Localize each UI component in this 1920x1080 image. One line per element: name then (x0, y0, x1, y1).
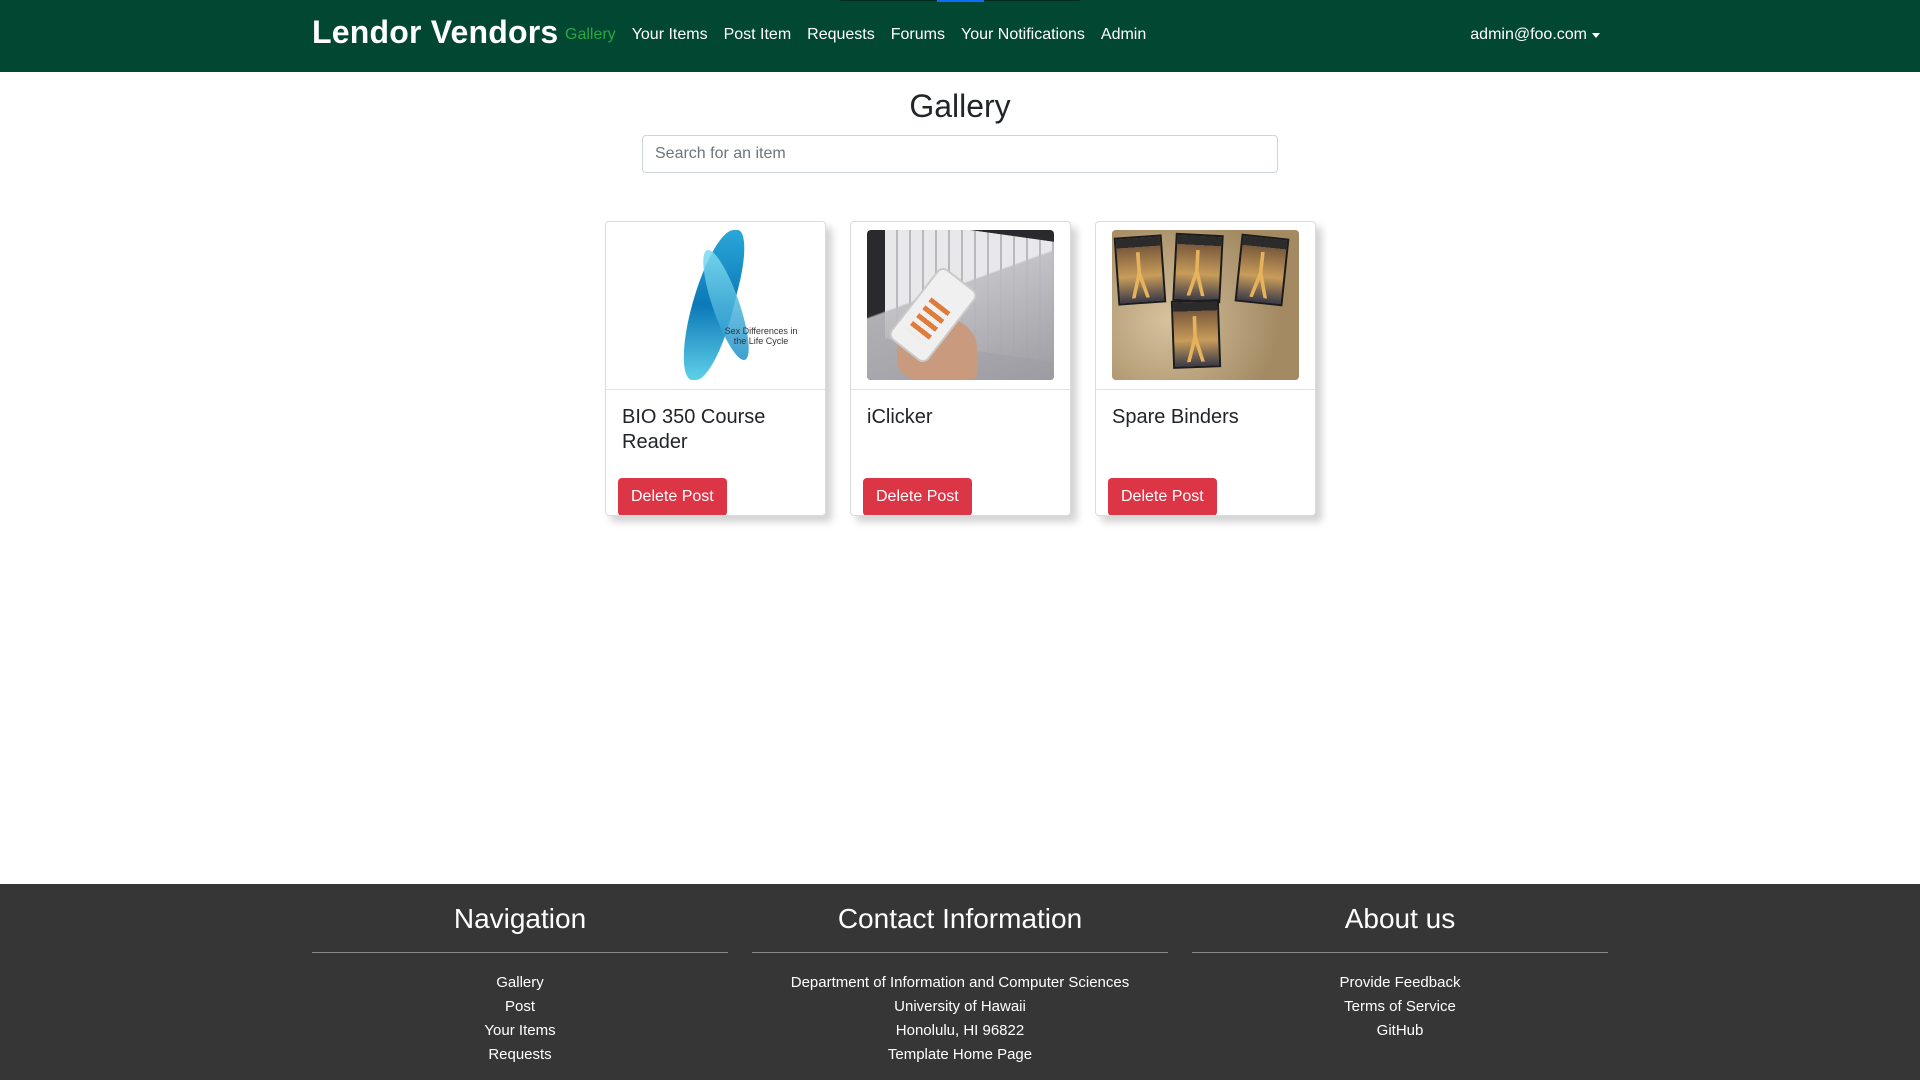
book-cover-image: Sex Differences in the Life Cycle (622, 230, 809, 380)
card-title: BIO 350 Course Reader (622, 406, 766, 453)
delete-post-button[interactable]: Delete Post (618, 478, 727, 515)
nav-link-your-notifications[interactable]: Your Notifications (961, 26, 1085, 44)
footer-about: About us Provide Feedback Terms of Servi… (1192, 884, 1608, 1043)
gallery-grid: Sex Differences in the Life Cycle BIO 35… (605, 221, 1316, 516)
nav-link-requests[interactable]: Requests (807, 26, 875, 44)
divider (752, 952, 1168, 953)
contact-address: Honolulu, HI 96822 (895, 1022, 1025, 1039)
binder-graphic (1234, 233, 1290, 307)
footer-contact: Contact Information Department of Inform… (752, 884, 1168, 1067)
page-footer: Navigation Gallery Post Your Items Reque… (0, 884, 1920, 1080)
divider (1192, 952, 1608, 953)
nav-links: Gallery Your Items Post Item Requests Fo… (565, 26, 1162, 44)
divider (312, 952, 728, 953)
contact-university: University of Hawaii (894, 998, 1026, 1015)
nav-link-your-items[interactable]: Your Items (632, 26, 708, 44)
delete-post-button[interactable]: Delete Post (1108, 478, 1217, 515)
binder-graphic (1113, 234, 1167, 306)
card-image-area (1096, 222, 1315, 390)
footer-link-feedback[interactable]: Provide Feedback (1192, 971, 1608, 995)
footer-heading: Contact Information (837, 903, 1083, 934)
delete-post-button[interactable]: Delete Post (863, 478, 972, 515)
cover-title: Sex Differences in the Life Cycle (724, 326, 798, 346)
card-image-area (851, 222, 1070, 390)
user-email: admin@foo.com (1470, 26, 1587, 43)
binder-graphic (1172, 232, 1224, 304)
nav-link-admin[interactable]: Admin (1101, 26, 1146, 44)
page-title: Gallery (909, 88, 1011, 124)
footer-link-requests[interactable]: Requests (312, 1043, 728, 1067)
card-title: iClicker (867, 406, 933, 428)
card-image-area: Sex Differences in the Life Cycle (606, 222, 825, 390)
nav-link-post-item[interactable]: Post Item (724, 26, 792, 44)
navbar-accent-marker (937, 0, 984, 2)
contact-department: Department of Information and Computer S… (790, 974, 1130, 991)
footer-navigation: Navigation Gallery Post Your Items Reque… (312, 884, 728, 1067)
footer-link-post[interactable]: Post (312, 995, 728, 1019)
item-card: Sex Differences in the Life Cycle BIO 35… (605, 221, 826, 516)
footer-heading: Navigation (453, 903, 587, 934)
footer-link-terms[interactable]: Terms of Service (1192, 995, 1608, 1019)
clicker-photo-image (867, 230, 1054, 380)
footer-link-gallery[interactable]: Gallery (312, 971, 728, 995)
item-card: iClicker Delete Post (850, 221, 1071, 516)
footer-link-github[interactable]: GitHub (1192, 1019, 1608, 1043)
nav-link-forums[interactable]: Forums (891, 26, 945, 44)
brand-logo-link[interactable]: Lendor Vendors (312, 14, 558, 51)
binder-graphic (1170, 299, 1222, 369)
binders-photo-image (1112, 230, 1299, 380)
item-card: Spare Binders Delete Post (1095, 221, 1316, 516)
user-dropdown[interactable]: admin@foo.com (1470, 26, 1600, 44)
caret-down-icon (1592, 32, 1600, 38)
footer-heading: About us (1344, 903, 1456, 934)
footer-link-your-items[interactable]: Your Items (312, 1019, 728, 1043)
search-input[interactable] (642, 135, 1278, 173)
nav-link-gallery[interactable]: Gallery (565, 26, 616, 44)
card-title: Spare Binders (1112, 406, 1239, 428)
footer-link-template-home[interactable]: Template Home Page (752, 1043, 1168, 1067)
top-navbar: Lendor Vendors Gallery Your Items Post I… (0, 0, 1920, 72)
